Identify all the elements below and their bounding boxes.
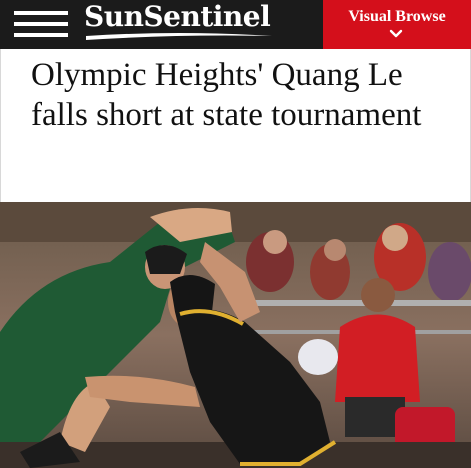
site-header: SunSentinel Visual Browse (0, 0, 471, 49)
logo-swoosh (86, 33, 272, 40)
hamburger-menu-icon[interactable] (14, 11, 68, 37)
wrestling-photo-illustration (0, 202, 471, 468)
article-headline[interactable]: Olympic Heights' Quang Le falls short at… (31, 55, 461, 135)
visual-browse-button[interactable]: Visual Browse (323, 0, 471, 49)
article-header: Olympic Heights' Quang Le falls short at… (0, 49, 471, 202)
visual-browse-label: Visual Browse (348, 8, 446, 25)
logo-text: SunSentinel (84, 0, 271, 33)
article-photo[interactable] (0, 202, 471, 468)
chevron-down-icon (389, 29, 403, 38)
sun-sentinel-logo[interactable]: SunSentinel (84, 0, 272, 49)
